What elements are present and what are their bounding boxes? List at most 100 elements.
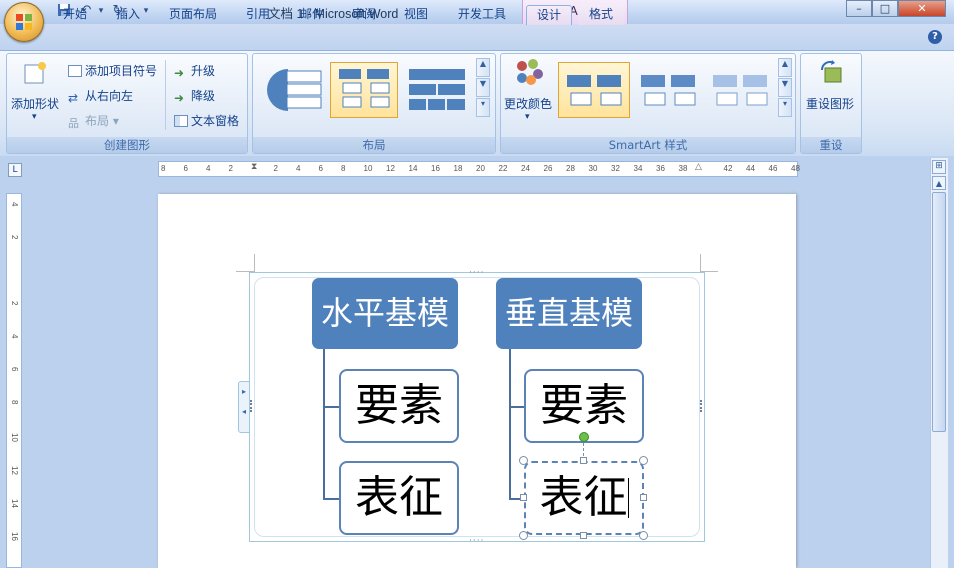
ruler-tick-label: 14 — [408, 164, 418, 173]
resize-handle-sw[interactable] — [519, 531, 528, 540]
resize-handle-se[interactable] — [639, 531, 648, 540]
smartart-header-2[interactable]: 垂直基模 — [496, 278, 642, 349]
scroll-up-icon[interactable]: ▲ — [932, 176, 946, 190]
promote-button[interactable]: ➜ 升级 — [174, 62, 215, 79]
add-bullet-button[interactable]: 添加项目符号 — [68, 62, 157, 79]
tab-developer[interactable]: 开发工具 — [446, 5, 518, 25]
ruler-tick-label: 6 — [318, 164, 323, 173]
help-icon[interactable]: ? — [928, 30, 942, 44]
tab-row — [0, 24, 954, 50]
layout-label: 布局 — [85, 114, 110, 128]
text-pane-icon — [174, 115, 188, 127]
tab-home[interactable]: 开始 — [52, 5, 98, 25]
ruler-tick-label: 16 — [10, 532, 19, 541]
ruler-tick-label: 32 — [611, 164, 620, 173]
smartart-child-2-2-selected[interactable]: 表征 — [524, 461, 644, 535]
text-pane-button[interactable]: 文本窗格 — [174, 112, 239, 129]
reset-graphic-button[interactable]: 重设图形 — [806, 95, 854, 112]
layout-scroll-up-icon[interactable]: ▲ — [476, 58, 490, 77]
ruler-tick-label: 4 — [10, 334, 19, 339]
minimize-button[interactable]: – — [846, 0, 872, 17]
connector-line — [323, 406, 340, 408]
frame-handle-right[interactable] — [700, 400, 703, 412]
layout-gallery-item-2[interactable] — [330, 62, 398, 118]
ruler-tick-label: 28 — [566, 164, 575, 173]
reset-graphic-icon — [816, 58, 846, 88]
change-colors-button[interactable]: 更改颜色 — [504, 95, 552, 112]
resize-handle-ne[interactable] — [639, 456, 648, 465]
ruler-tick-label: 42 — [723, 164, 733, 173]
close-button[interactable]: ✕ — [898, 0, 946, 17]
text-pane-toggle-icon[interactable]: ▸ ◂ — [238, 381, 250, 433]
add-bullet-label: 添加项目符号 — [85, 64, 158, 78]
ruler-tick-label: 2 — [10, 301, 19, 306]
ruler-tick-label: 4 — [206, 164, 211, 173]
resize-handle-e[interactable] — [640, 494, 647, 501]
ruler-tick-label: 48 — [791, 164, 800, 173]
ruler-vertical-tick-labels: 4 2 2 4 6 8 10 12 14 16 — [7, 194, 23, 568]
tab-design[interactable]: 设计 — [526, 5, 572, 25]
maximize-button[interactable]: □ — [872, 0, 898, 17]
margin-mark — [254, 254, 255, 272]
style-gallery-item-2[interactable] — [632, 62, 704, 118]
style-scroll-down-icon[interactable]: ▼ — [778, 78, 792, 97]
connector-line — [323, 498, 340, 500]
tab-references[interactable]: 引用 — [236, 5, 280, 25]
resize-handle-nw[interactable] — [519, 456, 528, 465]
demote-button[interactable]: ➜ 降级 — [174, 87, 215, 104]
tab-insert[interactable]: 插入 — [106, 5, 150, 25]
promote-arrow-icon: ➜ — [174, 66, 185, 80]
ruler-tick-label: 6 — [10, 367, 19, 372]
frame-handle-top[interactable]: ···· — [469, 269, 484, 278]
layout-scroll-down-icon[interactable]: ▼ — [476, 78, 490, 97]
selected-shape-text[interactable]: 表征 — [540, 472, 628, 523]
group-label: 创建图形 — [7, 137, 247, 153]
change-colors-dropdown-icon[interactable]: ▾ — [525, 112, 530, 122]
tab-mailings[interactable]: 邮件 — [290, 5, 334, 25]
tab-format[interactable]: 格式 — [578, 5, 624, 25]
tab-selector-icon[interactable]: L — [8, 163, 22, 177]
ruler-tick-label: 44 — [746, 164, 755, 173]
ruler-toggle-icon[interactable]: ⊞ — [932, 160, 946, 174]
ruler-tick-label: 22 — [498, 164, 508, 173]
ruler-tick-label: 26 — [543, 164, 553, 173]
tab-page-layout[interactable]: 页面布局 — [160, 5, 226, 25]
right-indent-marker-icon[interactable]: △ — [695, 162, 702, 172]
style-gallery-item-1[interactable] — [558, 62, 630, 118]
add-shape-button[interactable]: 添加形状 — [11, 95, 59, 112]
indent-marker-icon[interactable]: ⧗ — [251, 162, 257, 172]
rotation-handle[interactable] — [579, 432, 589, 442]
office-button[interactable] — [4, 2, 44, 42]
horizontal-ruler[interactable]: 8 6 4 2 2 4 6 8 10 12 14 16 18 20 22 24 26 28 30 32 34 36 38 42… — [158, 161, 800, 177]
bullet-icon — [68, 65, 82, 77]
style-more-icon[interactable]: ▾ — [778, 98, 792, 117]
demote-label: 降级 — [191, 89, 216, 103]
tab-review[interactable]: 审阅 — [342, 5, 386, 25]
ruler-tick-label: 6 — [183, 164, 188, 173]
ruler-tick-label: 36 — [656, 164, 665, 173]
frame-handle-bottom[interactable]: ···· — [469, 537, 484, 546]
style-gallery-item-3[interactable] — [704, 62, 776, 118]
scrollbar-thumb[interactable] — [932, 192, 946, 432]
right-to-left-label: 从右向左 — [85, 89, 134, 103]
smartart-header-1[interactable]: 水平基模 — [312, 278, 458, 349]
frame-handle-left[interactable] — [250, 400, 253, 412]
layout-more-icon[interactable]: ▾ — [476, 98, 490, 117]
smartart-child-1-2[interactable]: 表征 — [339, 461, 459, 535]
tab-view[interactable]: 视图 — [394, 5, 438, 25]
resize-handle-w[interactable] — [520, 494, 527, 501]
right-to-left-button[interactable]: ⇄ 从右向左 — [68, 87, 133, 104]
ruler-tick-label: 10 — [10, 433, 19, 442]
vertical-ruler[interactable]: 4 2 2 4 6 8 10 12 14 16 — [6, 193, 22, 568]
ruler-tick-label: 14 — [10, 499, 19, 508]
layout-gallery-item-3[interactable] — [402, 62, 470, 118]
resize-handle-n[interactable] — [580, 457, 587, 464]
ruler-tick-label: 20 — [476, 164, 485, 173]
smartart-child-1-1[interactable]: 要素 — [339, 369, 459, 443]
style-scroll-up-icon[interactable]: ▲ — [778, 58, 792, 77]
add-shape-dropdown-icon[interactable]: ▾ — [32, 112, 37, 122]
layout-button[interactable]: 品布局 ▾ — [68, 112, 119, 130]
layout-gallery-item-1[interactable] — [260, 62, 328, 118]
ruler-tick-label: 10 — [363, 164, 373, 173]
resize-handle-s[interactable] — [580, 532, 587, 539]
